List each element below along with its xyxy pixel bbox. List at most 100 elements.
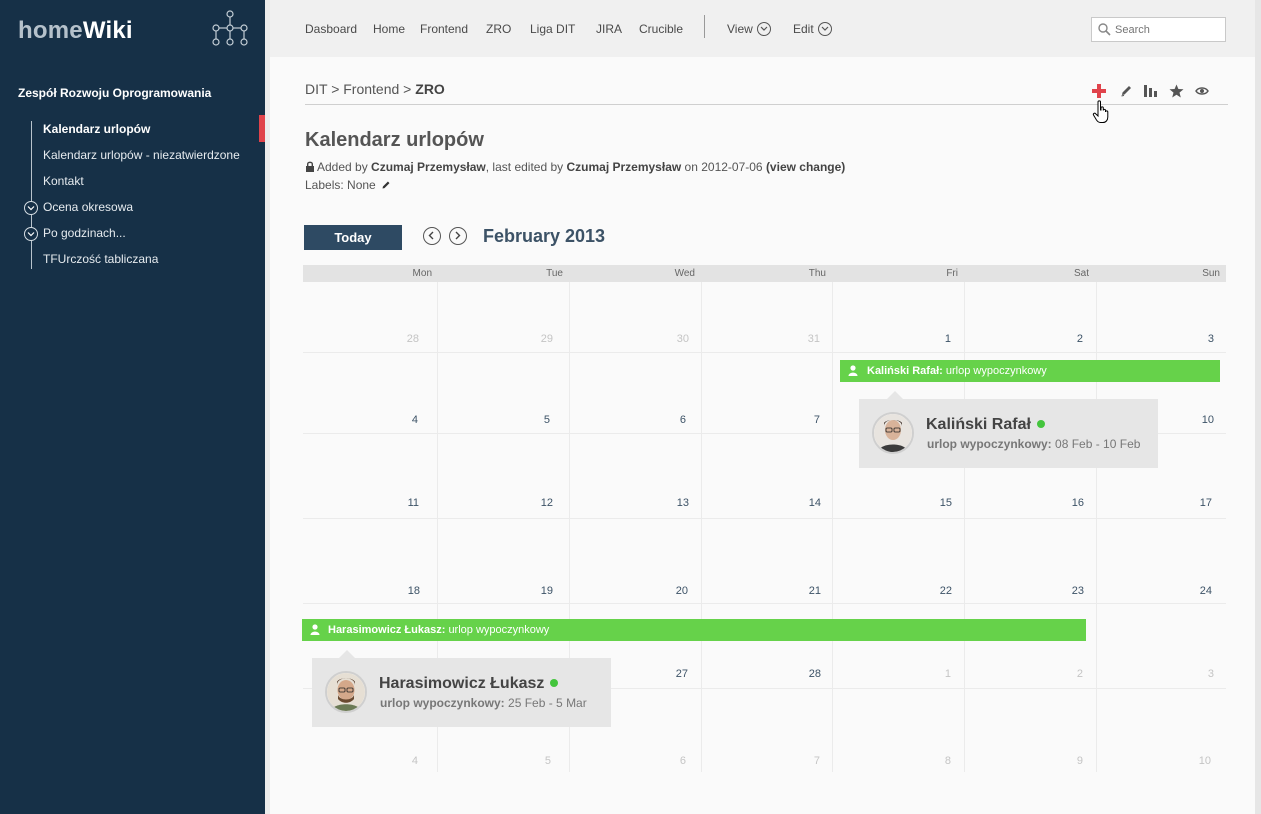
calendar-day[interactable]: 19 — [513, 585, 553, 597]
popup-type: urlop wypoczynkowy: — [380, 696, 505, 710]
breadcrumb-divider — [305, 104, 1228, 105]
calendar-day[interactable]: 3 — [1174, 668, 1214, 680]
prev-month-button[interactable] — [423, 227, 441, 245]
calendar-day[interactable]: 17 — [1172, 497, 1212, 509]
calendar-day[interactable]: 1 — [911, 668, 951, 680]
calendar-day[interactable]: 4 — [378, 755, 418, 767]
grid-line — [303, 603, 1226, 604]
app-logo[interactable]: homeWiki — [18, 17, 133, 45]
calendar-day[interactable]: 29 — [513, 333, 553, 345]
edit-pencil-icon[interactable] — [1120, 84, 1133, 97]
calendar-day[interactable]: 8 — [911, 755, 951, 767]
calendar-day[interactable]: 30 — [649, 333, 689, 345]
expand-toggle-icon[interactable] — [24, 227, 38, 241]
event-bar[interactable]: Harasimowicz Łukasz: urlop wypoczynkowy — [302, 619, 1086, 641]
calendar-day[interactable]: 20 — [648, 585, 688, 597]
calendar-day[interactable]: 13 — [649, 497, 689, 509]
add-icon[interactable] — [1092, 84, 1106, 98]
calendar-day[interactable]: 1 — [911, 333, 951, 345]
calendar-day[interactable]: 5 — [511, 755, 551, 767]
next-month-button[interactable] — [449, 227, 467, 245]
calendar-day[interactable]: 15 — [912, 497, 952, 509]
popup-dates: 25 Feb - 5 Mar — [508, 696, 587, 710]
breadcrumb-path[interactable]: DIT > Frontend — [305, 81, 399, 97]
event-bar[interactable]: Kaliński Rafał: urlop wypoczynkowy — [840, 360, 1220, 382]
calendar-day[interactable]: 28 — [379, 333, 419, 345]
topnav-home[interactable]: Home — [373, 22, 405, 36]
breadcrumb-current[interactable]: ZRO — [415, 81, 445, 97]
sidebar-item-kalendarz-urlopow[interactable]: Kalendarz urlopów — [43, 122, 150, 136]
watch-eye-icon[interactable] — [1195, 86, 1209, 96]
topnav-liga-dit[interactable]: Liga DIT — [530, 22, 575, 36]
star-icon[interactable] — [1169, 84, 1184, 98]
search-input[interactable] — [1115, 21, 1220, 38]
grid-line — [303, 352, 1226, 353]
calendar-day[interactable]: 22 — [912, 585, 952, 597]
popup-name[interactable]: Kaliński Rafał — [926, 416, 1031, 433]
calendar-day[interactable]: 7 — [780, 755, 820, 767]
calendar-day[interactable]: 21 — [781, 585, 821, 597]
calendar-day[interactable]: 7 — [780, 414, 820, 426]
weekday-label: Sun — [1202, 268, 1220, 279]
view-menu[interactable]: View — [727, 21, 771, 37]
calendar-day[interactable]: 24 — [1172, 585, 1212, 597]
sidebar-item-kalendarz-niezatwierdzone[interactable]: Kalendarz urlopów - niezatwierdzone — [43, 148, 240, 162]
person-icon — [310, 624, 320, 635]
main-content: DIT > Frontend > ZRO Kalendarz urlopów A… — [270, 57, 1255, 814]
calendar-day[interactable]: 2 — [1043, 333, 1083, 345]
sidebar-item-po-godzinach[interactable]: Po godzinach... — [43, 226, 126, 240]
search-box[interactable] — [1091, 17, 1226, 42]
calendar-day[interactable]: 23 — [1044, 585, 1084, 597]
online-status-dot — [550, 678, 559, 687]
event-type: urlop wypoczynkowy — [448, 624, 550, 636]
calendar-day[interactable]: 4 — [378, 414, 418, 426]
today-button[interactable]: Today — [304, 225, 402, 250]
sidebar-item-ocena-okresowa[interactable]: Ocena okresowa — [43, 200, 133, 214]
calendar-day[interactable]: 2 — [1043, 668, 1083, 680]
calendar-day[interactable]: 5 — [510, 414, 550, 426]
topnav-dashboard[interactable]: Dasboard — [305, 22, 357, 36]
grid-line — [964, 282, 965, 772]
calendar-day[interactable]: 6 — [646, 755, 686, 767]
edit-menu[interactable]: Edit — [793, 21, 832, 37]
search-icon — [1098, 23, 1111, 36]
calendar-day[interactable]: 16 — [1044, 497, 1084, 509]
calendar-day[interactable]: 10 — [1171, 755, 1211, 767]
grid-line — [701, 282, 702, 772]
author-link[interactable]: Czumaj Przemysław — [371, 160, 486, 174]
sidebar: homeWiki Zespół Rozwoju Oprogramowania K… — [0, 0, 265, 814]
calendar-day[interactable]: 14 — [781, 497, 821, 509]
popup-name[interactable]: Harasimowicz Łukasz — [379, 675, 544, 692]
calendar-day[interactable]: 28 — [781, 668, 821, 680]
space-title[interactable]: Zespół Rozwoju Oprogramowania — [18, 86, 211, 100]
editor-link[interactable]: Czumaj Przemysław — [566, 160, 681, 174]
chevron-down-icon — [817, 21, 832, 36]
sidebar-item-tfurczosc[interactable]: TFUrczość tabliczana — [43, 252, 158, 266]
topnav-zro[interactable]: ZRO — [486, 22, 511, 36]
month-title: February 2013 — [483, 226, 606, 246]
calendar-day[interactable]: 31 — [780, 333, 820, 345]
topnav-separator — [704, 15, 705, 38]
expand-toggle-icon[interactable] — [24, 201, 38, 215]
breadcrumb: DIT > Frontend > ZRO — [305, 81, 445, 97]
calendar-day[interactable]: 27 — [648, 668, 688, 680]
grid-line — [1096, 282, 1097, 772]
calendar-day[interactable]: 6 — [646, 414, 686, 426]
view-change-link[interactable]: (view change) — [766, 160, 845, 174]
calendar-day[interactable]: 3 — [1174, 333, 1214, 345]
topnav-crucible[interactable]: Crucible — [639, 22, 683, 36]
stats-icon[interactable] — [1143, 84, 1158, 98]
edit-labels-icon[interactable] — [381, 180, 391, 190]
topnav-frontend[interactable]: Frontend — [420, 22, 468, 36]
popup-type: urlop wypoczynkowy: — [927, 437, 1052, 451]
sidebar-item-kontakt[interactable]: Kontakt — [43, 174, 84, 188]
popup-pointer — [339, 650, 355, 658]
calendar-day[interactable]: 9 — [1043, 755, 1083, 767]
weekday-label: Fri — [946, 268, 958, 279]
calendar-day[interactable]: 12 — [513, 497, 553, 509]
calendar-day[interactable]: 11 — [379, 497, 419, 509]
topnav-jira[interactable]: JIRA — [596, 22, 622, 36]
calendar-day[interactable]: 10 — [1174, 414, 1214, 426]
lock-icon — [306, 161, 314, 172]
calendar-day[interactable]: 18 — [380, 585, 420, 597]
